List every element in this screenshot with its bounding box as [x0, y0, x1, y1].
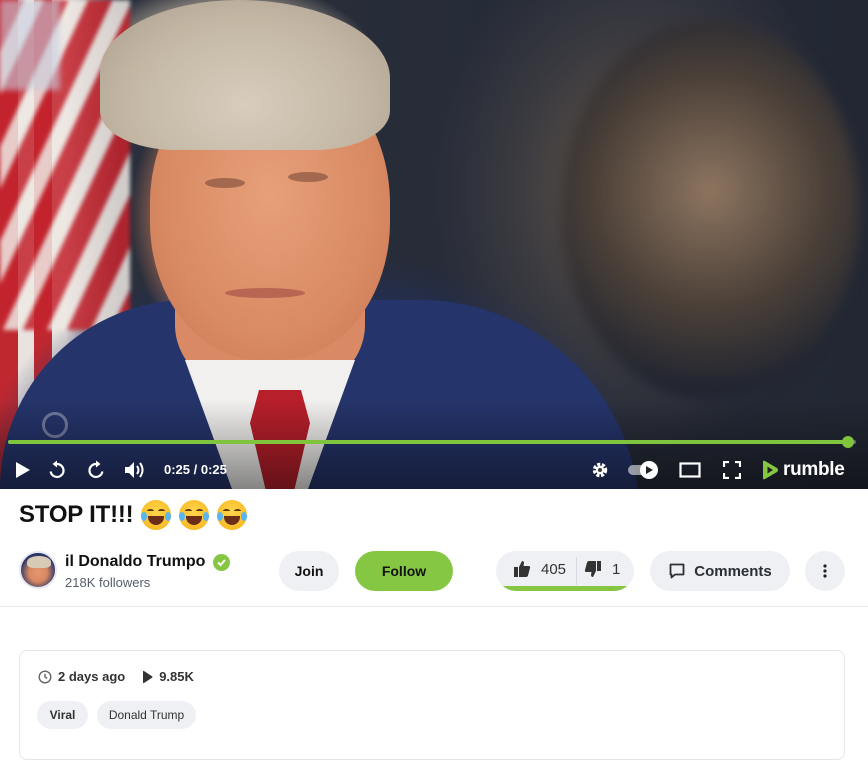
rumble-wordmark: rumble: [783, 459, 845, 480]
video-title: STOP IT!!!: [19, 500, 248, 530]
posted-date: 2 days ago: [58, 669, 126, 684]
follower-count: 218K followers: [65, 575, 151, 590]
vote-ratio-bar: [496, 586, 632, 591]
volume-icon: [125, 462, 144, 478]
forward-button[interactable]: [84, 458, 108, 482]
more-options-button[interactable]: [805, 551, 845, 591]
upvote-count: 405: [541, 560, 567, 578]
comment-icon: [669, 563, 685, 579]
autoplay-play-icon: [646, 466, 653, 474]
play-icon: [16, 462, 30, 478]
progress-knob[interactable]: [841, 436, 854, 448]
views-play-icon: [143, 670, 153, 683]
video-player[interactable]: 0:25 / 0:25 rumble: [0, 0, 868, 489]
channel-name-link[interactable]: il Donaldo Trumpo: [65, 553, 231, 571]
face-with-tears-of-joy-icon: [179, 500, 210, 530]
channel-name: il Donaldo Trumpo: [65, 553, 206, 570]
clock-icon: [38, 669, 52, 684]
forward-icon: [88, 460, 104, 479]
rumble-play-icon: [763, 460, 778, 480]
view-count: 9.85K: [159, 669, 194, 684]
replay-icon: [49, 460, 65, 479]
gear-icon: [592, 462, 608, 478]
thumbs-down-icon: [584, 561, 601, 577]
follow-button[interactable]: Follow: [355, 551, 453, 591]
channel-avatar[interactable]: [19, 551, 57, 589]
video-details-card: 2 days ago 9.85K Viral Donald Trump: [19, 650, 845, 760]
video-progress-bar[interactable]: [8, 436, 856, 448]
tag-viral[interactable]: Viral: [37, 701, 88, 729]
autoplay-toggle[interactable]: [628, 461, 660, 479]
face-with-tears-of-joy-icon: [217, 500, 248, 530]
video-meta: 2 days ago 9.85K: [38, 669, 210, 684]
settings-button[interactable]: [588, 458, 612, 482]
volume-button[interactable]: [122, 458, 148, 482]
join-button[interactable]: Join: [279, 551, 339, 591]
tag-donald-trump[interactable]: Donald Trump: [97, 701, 196, 729]
fullscreen-icon: [723, 461, 741, 479]
comments-label: Comments: [694, 562, 772, 580]
thumbs-up-icon: [514, 561, 531, 577]
theater-mode-button[interactable]: [678, 458, 702, 482]
downvote-count: 1: [612, 560, 621, 578]
downvote-button[interactable]: 1: [584, 560, 620, 578]
fullscreen-button[interactable]: [720, 458, 744, 482]
progress-fill: [8, 440, 848, 444]
theater-icon: [679, 462, 701, 478]
rumble-logo[interactable]: rumble: [760, 458, 845, 482]
vote-control: 405 1: [496, 551, 634, 591]
video-title-text: STOP IT!!!: [19, 501, 134, 528]
more-vertical-icon: [823, 564, 827, 578]
face-with-tears-of-joy-icon: [141, 500, 172, 530]
comments-button[interactable]: Comments: [650, 551, 790, 591]
upvote-button[interactable]: 405: [513, 560, 566, 578]
section-divider: [0, 606, 868, 607]
time-display: 0:25 / 0:25: [164, 462, 227, 477]
rewind-button[interactable]: [45, 458, 69, 482]
verified-check-icon: [213, 553, 231, 571]
play-button[interactable]: [10, 458, 34, 482]
